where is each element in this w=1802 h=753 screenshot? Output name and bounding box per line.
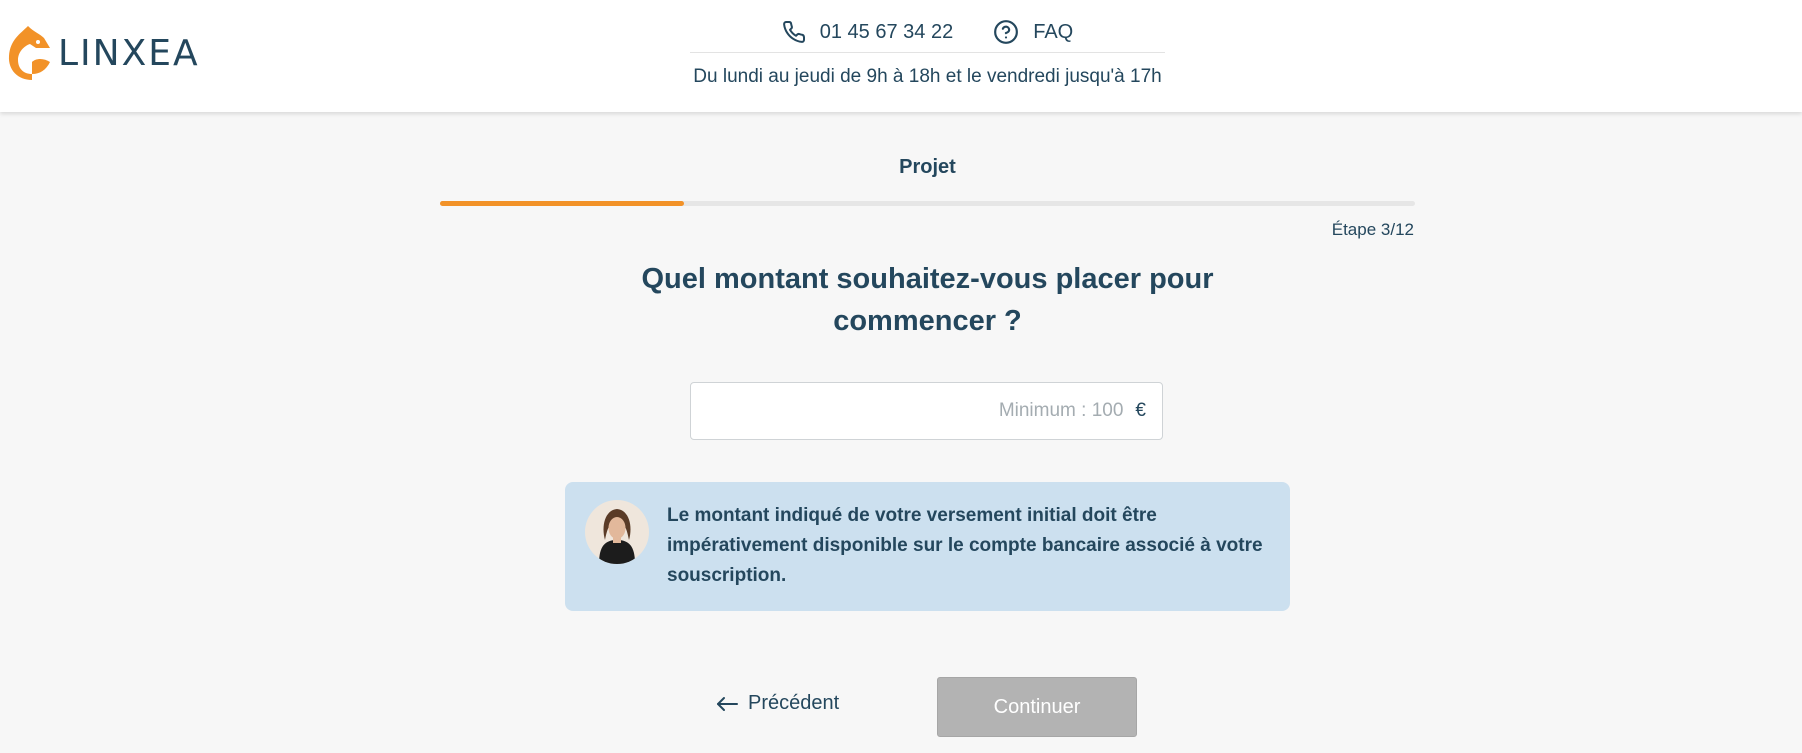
info-message: Le montant indiqué de votre versement in… xyxy=(565,482,1290,611)
faq-label: FAQ xyxy=(1033,20,1074,43)
page-question: Quel montant souhaitez-vous placer pour … xyxy=(641,263,1214,337)
phone-link[interactable]: 01 45 67 34 22 xyxy=(782,20,953,44)
progress-bar xyxy=(440,201,1415,206)
info-text: Le montant indiqué de votre versement in… xyxy=(667,505,1263,586)
step-counter: Étape 3/12 xyxy=(1331,220,1414,239)
arrow-left-icon xyxy=(717,696,738,711)
previous-label: Précédent xyxy=(748,692,840,714)
contact-bar: 01 45 67 34 22 FAQ xyxy=(690,12,1165,53)
currency-symbol: € xyxy=(1135,400,1146,421)
linxea-logo[interactable]: LINXEA xyxy=(6,24,200,82)
phone-icon xyxy=(782,20,805,43)
faq-link[interactable]: FAQ xyxy=(993,19,1073,45)
opening-hours: Du lundi au jeudi de 9h à 18h et le vend… xyxy=(693,66,1162,87)
top-header: LINXEA 01 45 67 34 22 FAQ Du lundi au je… xyxy=(0,0,1802,112)
logo-wordmark: LINXEA xyxy=(58,32,200,74)
amount-field[interactable]: € xyxy=(690,382,1163,440)
advisor-avatar xyxy=(585,500,649,564)
progress-bar-fill xyxy=(440,201,684,206)
fox-logo-icon xyxy=(8,26,51,80)
amount-input[interactable] xyxy=(721,399,1126,423)
section-title: Projet xyxy=(899,156,956,178)
previous-button[interactable]: Précédent xyxy=(716,692,839,715)
continue-button[interactable]: Continuer xyxy=(937,677,1137,737)
phone-number: 01 45 67 34 22 xyxy=(819,20,954,43)
help-circle-icon xyxy=(994,20,1019,44)
